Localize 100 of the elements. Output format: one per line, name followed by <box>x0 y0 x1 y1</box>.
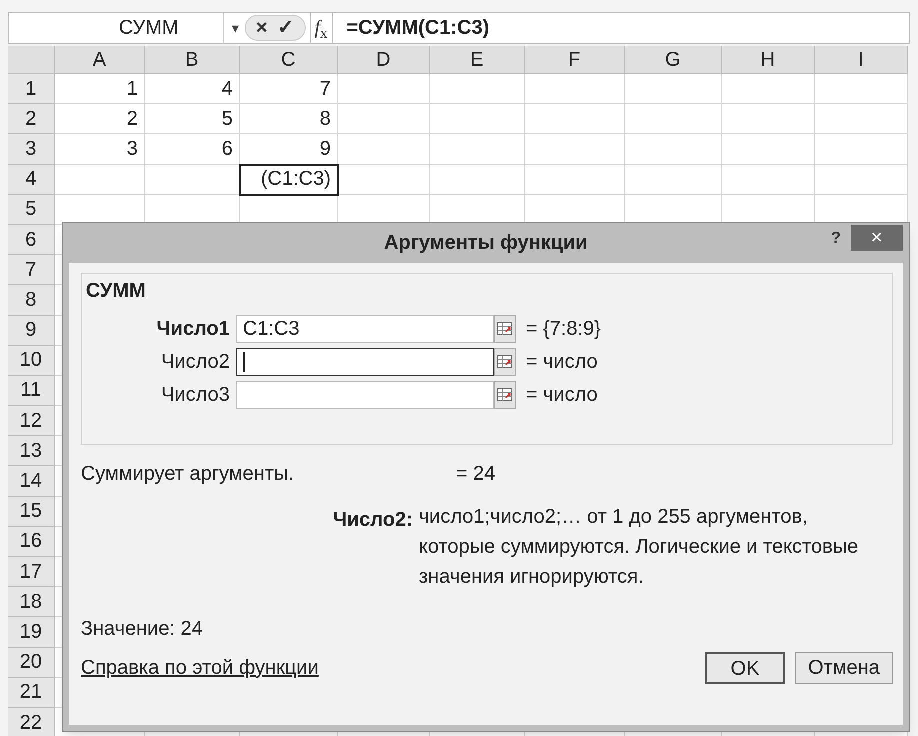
formula-text: =СУММ(C1:C3) <box>346 16 490 41</box>
table-icon <box>497 388 513 402</box>
dialog-button[interactable]: OK <box>705 652 786 684</box>
argument-field[interactable] <box>236 380 494 408</box>
row-header[interactable]: 3 <box>8 134 55 165</box>
empty-cell[interactable] <box>338 74 430 104</box>
empty-cell[interactable] <box>525 74 625 104</box>
row-header[interactable]: 13 <box>8 436 55 466</box>
row-header[interactable]: 22 <box>8 708 55 736</box>
select-all-corner[interactable] <box>8 46 55 74</box>
empty-cell[interactable] <box>625 74 722 104</box>
row-header[interactable]: 19 <box>8 617 55 648</box>
empty-cell[interactable] <box>525 164 625 195</box>
range-select-button[interactable] <box>494 380 516 408</box>
help-button[interactable]: ? <box>831 227 841 251</box>
column-header[interactable]: A <box>55 46 145 74</box>
argument-label: Число3 <box>160 382 231 408</box>
row-header[interactable]: 14 <box>8 466 55 497</box>
empty-cell[interactable] <box>338 104 430 134</box>
empty-cell[interactable] <box>722 104 815 134</box>
row-header[interactable]: 6 <box>8 224 55 256</box>
empty-cell[interactable] <box>722 134 815 165</box>
column-header[interactable]: E <box>430 46 525 74</box>
range-select-button[interactable] <box>494 348 516 376</box>
row-header[interactable]: 16 <box>8 526 55 557</box>
function-name: СУММ <box>86 279 147 304</box>
table-icon <box>497 354 513 368</box>
row-header[interactable]: 15 <box>8 496 55 527</box>
empty-cell[interactable] <box>815 104 908 134</box>
table-cell: 1 <box>55 74 145 104</box>
row-header[interactable]: 10 <box>8 346 55 376</box>
enter-button[interactable]: ✓ <box>278 13 295 43</box>
help-link[interactable]: Справка по этой функции <box>81 653 696 683</box>
column-header[interactable]: C <box>240 46 338 74</box>
empty-cell[interactable] <box>815 134 908 165</box>
empty-cell[interactable] <box>338 134 430 165</box>
row-header[interactable]: 2 <box>8 104 55 134</box>
close-button[interactable]: × <box>851 225 903 251</box>
column-header[interactable]: G <box>625 46 722 74</box>
row-header[interactable]: 12 <box>8 406 55 436</box>
empty-cell[interactable] <box>625 164 722 195</box>
dropdown-arrow[interactable]: ▾ <box>232 18 239 38</box>
table-cell: 5 <box>145 104 240 134</box>
text-caret <box>243 352 244 372</box>
row-header[interactable]: 7 <box>8 255 55 286</box>
row-header[interactable]: 4 <box>8 164 55 195</box>
table-icon <box>497 322 513 336</box>
range-select-button[interactable] <box>494 314 516 342</box>
name-box[interactable]: СУММ <box>9 13 224 43</box>
argument-label: Число2 <box>160 350 231 374</box>
empty-cell[interactable] <box>525 104 625 134</box>
row-header[interactable]: 20 <box>8 648 55 678</box>
empty-cell[interactable] <box>430 164 525 195</box>
row-header[interactable]: 21 <box>8 678 55 708</box>
column-header[interactable]: D <box>338 46 430 74</box>
formula-value: Значение: 24 <box>81 617 204 642</box>
cancel-button[interactable]: × <box>256 13 268 43</box>
table-cell: 8 <box>240 104 338 134</box>
function-description: Суммирует аргументы. <box>81 462 296 487</box>
argument-field[interactable]: C1:C3 <box>236 314 494 342</box>
empty-cell[interactable] <box>625 134 722 165</box>
table-cell: 7 <box>240 74 338 104</box>
row-header[interactable]: 11 <box>8 376 55 406</box>
argument-result: = {7:8:9} <box>526 316 602 342</box>
argument-field[interactable] <box>236 348 494 376</box>
dialog-title: Аргументы функции <box>384 231 588 256</box>
empty-cell[interactable] <box>525 134 625 165</box>
row-header[interactable]: 9 <box>8 316 55 346</box>
table-cell: 4 <box>145 74 240 104</box>
column-header[interactable]: F <box>525 46 625 74</box>
argument-help-label: Число2: <box>332 508 414 533</box>
empty-cell[interactable] <box>338 164 430 195</box>
row-header[interactable]: 17 <box>8 557 55 588</box>
insert-function-button[interactable]: f$_{x}$ <box>310 12 333 44</box>
argument-help-text: число1;число2;… от 1 до 255 аргументов, которые суммируются. Логические и текстовые значения игнорируются. <box>419 505 859 590</box>
argument-result: = число <box>526 350 598 374</box>
table-cell: 3 <box>55 134 145 165</box>
function-result: = 24 <box>456 462 496 487</box>
empty-cell[interactable] <box>625 104 722 134</box>
row-header[interactable]: 1 <box>8 74 55 104</box>
empty-cell[interactable] <box>430 104 525 134</box>
column-header[interactable]: H <box>722 46 815 74</box>
column-header[interactable]: B <box>145 46 240 74</box>
row-header[interactable]: 18 <box>8 587 55 618</box>
table-cell: 9 <box>240 134 338 165</box>
column-header[interactable]: I <box>815 46 908 74</box>
table-cell: 6 <box>145 134 240 165</box>
empty-cell[interactable] <box>815 164 908 195</box>
row-header[interactable]: 5 <box>8 194 55 225</box>
row-header[interactable]: 8 <box>8 285 55 316</box>
dialog-button[interactable]: Отмена <box>795 652 893 684</box>
argument-result: = число <box>526 382 598 408</box>
empty-cell[interactable] <box>722 74 815 104</box>
empty-cell[interactable] <box>430 134 525 165</box>
empty-cell[interactable] <box>430 74 525 104</box>
empty-cell[interactable] <box>815 74 908 104</box>
argument-label: Число1 <box>156 316 231 342</box>
selected-cell[interactable]: (C1:C3) <box>240 164 338 195</box>
empty-cell[interactable] <box>722 164 815 195</box>
table-cell: 2 <box>55 104 145 134</box>
